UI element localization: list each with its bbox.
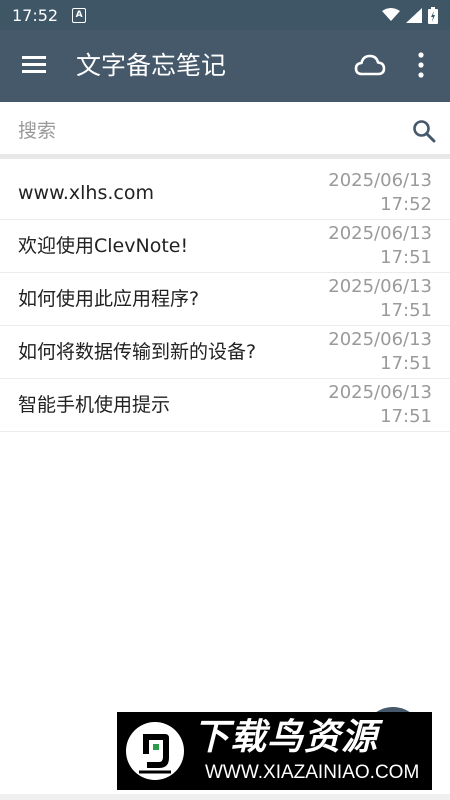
bottom-divider	[0, 794, 450, 800]
status-bar: 17:52 A	[0, 0, 450, 30]
note-date: 2025/06/13	[328, 223, 432, 244]
status-time: 17:52	[12, 5, 59, 25]
more-vert-icon[interactable]	[414, 50, 428, 80]
note-date: 2025/06/13	[328, 170, 432, 191]
note-time: 17:51	[380, 300, 432, 321]
bird-logo-icon	[126, 722, 184, 780]
list-item[interactable]: 智能手机使用提示 2025/06/13 17:51	[0, 379, 450, 432]
list-item[interactable]: 欢迎使用ClevNote! 2025/06/13 17:51	[0, 220, 450, 273]
menu-icon[interactable]	[22, 54, 48, 76]
note-time: 17:52	[380, 194, 432, 215]
app-bar: 文字备忘笔记	[0, 30, 450, 102]
note-title: 如何使用此应用程序?	[18, 288, 200, 310]
note-timestamp: 2025/06/13 17:51	[312, 328, 432, 376]
search-bar	[0, 108, 450, 159]
status-icons	[382, 6, 438, 24]
search-icon[interactable]	[412, 119, 436, 143]
list-item[interactable]: 如何将数据传输到新的设备? 2025/06/13 17:51	[0, 326, 450, 379]
note-title: www.xlhs.com	[18, 182, 154, 204]
note-time: 17:51	[380, 247, 432, 268]
note-date: 2025/06/13	[328, 329, 432, 350]
watermark-url: WWW.XIAZAINIAO.COM	[205, 762, 420, 783]
note-timestamp: 2025/06/13 17:51	[312, 222, 432, 270]
note-date: 2025/06/13	[328, 276, 432, 297]
search-input[interactable]	[18, 114, 398, 148]
cloud-icon[interactable]	[354, 52, 386, 78]
watermark-brand: 下载鸟资源	[193, 717, 379, 758]
note-time: 17:51	[380, 353, 432, 374]
note-date: 2025/06/13	[328, 382, 432, 403]
watermark: 下载鸟资源 WWW.XIAZAINIAO.COM	[117, 712, 432, 790]
note-time: 17:51	[380, 406, 432, 427]
notification-letter-icon: A	[72, 7, 87, 23]
list-item[interactable]: 如何使用此应用程序? 2025/06/13 17:51	[0, 273, 450, 326]
list-item[interactable]: www.xlhs.com 2025/06/13 17:52	[0, 167, 450, 220]
note-timestamp: 2025/06/13 17:52	[312, 169, 432, 217]
note-title: 如何将数据传输到新的设备?	[18, 341, 257, 363]
wifi-icon	[382, 8, 400, 21]
signal-icon	[406, 7, 422, 23]
note-title: 欢迎使用ClevNote!	[18, 235, 189, 257]
note-title: 智能手机使用提示	[18, 394, 171, 416]
battery-icon	[428, 6, 438, 24]
note-timestamp: 2025/06/13 17:51	[312, 275, 432, 323]
app-title: 文字备忘笔记	[76, 51, 227, 80]
note-list: www.xlhs.com 2025/06/13 17:52 欢迎使用ClevNo…	[0, 167, 450, 432]
note-timestamp: 2025/06/13 17:51	[312, 381, 432, 429]
